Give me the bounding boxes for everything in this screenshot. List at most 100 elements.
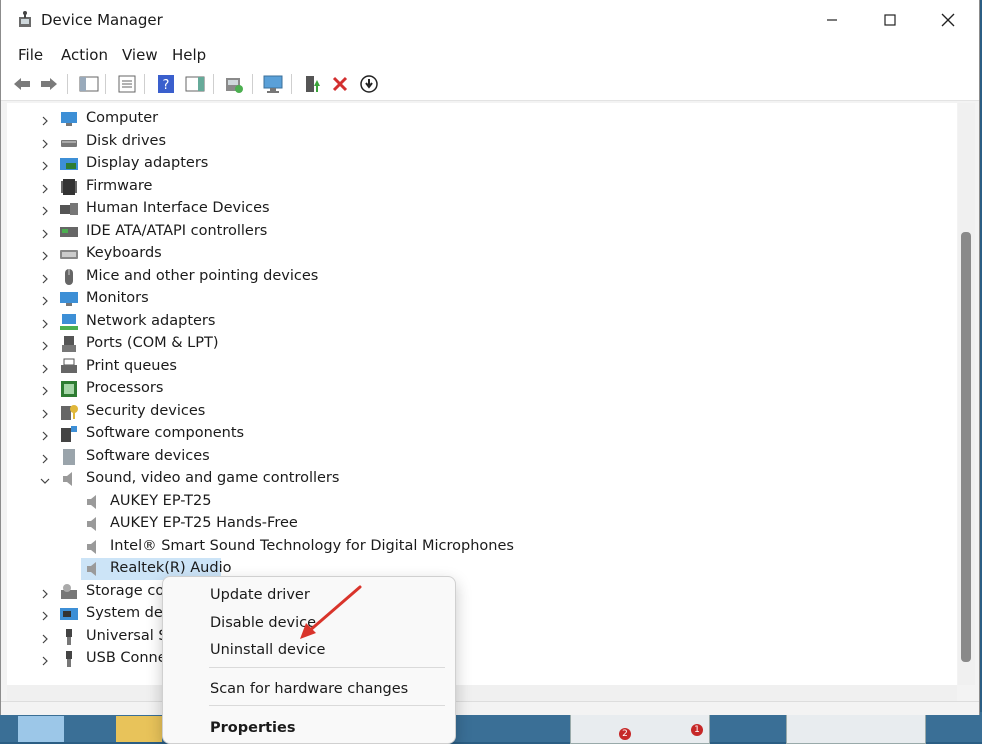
computer-icon bbox=[59, 109, 79, 129]
keyboard-icon bbox=[59, 244, 79, 264]
tree-category[interactable]: Keyboards bbox=[7, 243, 947, 265]
device-tree: Computer Disk drives Display adapters Firmw… bbox=[7, 103, 957, 685]
uninstall-device-button[interactable] bbox=[329, 73, 351, 95]
security-device-icon bbox=[59, 402, 79, 422]
tree-category[interactable]: System devi bbox=[7, 603, 947, 625]
properties-button[interactable] bbox=[116, 73, 138, 95]
chevron-right-icon[interactable] bbox=[40, 407, 50, 418]
chevron-right-icon[interactable] bbox=[40, 654, 50, 666]
scan-hardware-button[interactable] bbox=[262, 73, 284, 95]
desktop-thumbnail bbox=[18, 716, 64, 742]
tree-item-label: Processors bbox=[86, 380, 164, 396]
tree-category[interactable]: Display adapters bbox=[7, 153, 947, 175]
tree-category[interactable]: Mice and other pointing devices bbox=[7, 266, 947, 288]
close-button[interactable] bbox=[919, 0, 977, 40]
tree-category[interactable]: IDE ATA/ATAPI controllers bbox=[7, 221, 947, 243]
disable-device-button[interactable] bbox=[358, 73, 380, 95]
tree-category[interactable]: Sound, video and game controllers bbox=[7, 468, 947, 490]
back-button[interactable] bbox=[11, 73, 33, 95]
chevron-right-icon[interactable] bbox=[40, 587, 50, 598]
tree-item-label: Monitors bbox=[86, 290, 149, 306]
chevron-right-icon[interactable] bbox=[40, 317, 50, 328]
minimize-button[interactable] bbox=[803, 0, 861, 40]
chevron-right-icon[interactable] bbox=[40, 362, 50, 373]
update-driver-button[interactable] bbox=[223, 73, 245, 95]
tree-category[interactable]: Software devices bbox=[7, 446, 947, 468]
tree-item-label: Intel® Smart Sound Technology for Digita… bbox=[110, 537, 514, 554]
tree-category[interactable]: Ports (COM & LPT) bbox=[7, 333, 947, 355]
maximize-button[interactable] bbox=[861, 0, 919, 40]
tree-item-label: Computer bbox=[86, 110, 159, 126]
context-uninstall-device[interactable]: Uninstall device bbox=[210, 642, 325, 658]
tree-category[interactable]: Processors bbox=[7, 378, 947, 400]
tree-item-label: Software devices bbox=[86, 447, 210, 464]
chevron-right-icon[interactable] bbox=[40, 632, 50, 643]
chevron-right-icon[interactable] bbox=[40, 609, 50, 621]
context-properties[interactable]: Properties bbox=[210, 720, 295, 736]
tree-category[interactable]: Monitors bbox=[7, 288, 947, 310]
chevron-right-icon[interactable] bbox=[40, 429, 50, 441]
toolbar-separator bbox=[67, 74, 68, 94]
toolbar-separator bbox=[252, 74, 253, 94]
tree-device[interactable]: Intel® Smart Sound Technology for Digita… bbox=[7, 536, 947, 558]
tree-category[interactable]: Disk drives bbox=[7, 131, 947, 153]
tree-category[interactable]: Human Interface Devices bbox=[7, 198, 947, 220]
tree-category[interactable]: Storage con bbox=[7, 581, 947, 603]
tree-device[interactable]: AUKEY EP-T25 bbox=[7, 491, 947, 513]
tree-category[interactable]: Computer bbox=[7, 108, 947, 130]
chevron-down-icon[interactable] bbox=[40, 474, 50, 484]
annotation-arrow-icon bbox=[300, 585, 362, 639]
port-icon bbox=[59, 334, 79, 354]
tree-category[interactable]: Software components bbox=[7, 423, 947, 445]
show-hide-console-tree-button[interactable] bbox=[78, 73, 100, 95]
forward-button[interactable] bbox=[38, 73, 60, 95]
tree-item-label: Print queues bbox=[86, 357, 177, 374]
chevron-right-icon[interactable] bbox=[40, 114, 50, 126]
tree-category[interactable]: Print queues bbox=[7, 356, 947, 378]
tree-item-label: IDE ATA/ATAPI controllers bbox=[86, 222, 268, 239]
menu-action[interactable]: Action bbox=[61, 46, 108, 64]
tree-item-label: AUKEY EP-T25 Hands-Free bbox=[110, 515, 298, 531]
chevron-right-icon[interactable] bbox=[40, 227, 50, 238]
system-device-icon bbox=[59, 604, 79, 624]
chevron-right-icon[interactable] bbox=[40, 137, 50, 148]
device-manager-app-icon bbox=[19, 11, 31, 27]
show-action-pane-icon bbox=[185, 76, 205, 92]
tree-item-label: Ports (COM & LPT) bbox=[86, 335, 219, 351]
toolbar: ? bbox=[1, 68, 979, 101]
menu-file[interactable]: File bbox=[18, 46, 43, 64]
chevron-right-icon[interactable] bbox=[40, 249, 50, 261]
ide-controller-icon bbox=[59, 222, 79, 242]
tree-item-label: Network adapters bbox=[86, 312, 216, 329]
tree-device[interactable]: AUKEY EP-T25 Hands-Free bbox=[7, 513, 947, 535]
help-button[interactable]: ? bbox=[155, 73, 177, 95]
tree-category[interactable]: USB Connec bbox=[7, 648, 947, 670]
disk-drive-icon bbox=[59, 132, 79, 152]
chevron-right-icon[interactable] bbox=[40, 159, 50, 171]
tree-device[interactable]: Realtek(R) Audio bbox=[7, 558, 947, 580]
horizontal-scrollbar[interactable] bbox=[7, 685, 957, 701]
notification-badge: 1 bbox=[691, 724, 703, 736]
tree-category[interactable]: Security devices bbox=[7, 401, 947, 423]
menu-help[interactable]: Help bbox=[172, 46, 206, 64]
chevron-right-icon[interactable] bbox=[40, 272, 50, 283]
chevron-right-icon[interactable] bbox=[40, 204, 50, 216]
tree-category[interactable]: Firmware bbox=[7, 176, 947, 198]
tree-category[interactable]: Universal Se bbox=[7, 626, 947, 648]
tree-item-label: Keyboards bbox=[86, 245, 162, 261]
enable-device-button[interactable] bbox=[302, 73, 324, 95]
chevron-right-icon[interactable] bbox=[40, 182, 50, 193]
minimize-icon bbox=[827, 19, 837, 21]
chevron-right-icon[interactable] bbox=[40, 452, 50, 463]
show-action-pane-button[interactable] bbox=[184, 73, 206, 95]
context-scan-hardware[interactable]: Scan for hardware changes bbox=[210, 681, 408, 697]
close-icon bbox=[941, 13, 955, 27]
chevron-right-icon[interactable] bbox=[40, 384, 50, 396]
tree-item-label: Disk drives bbox=[86, 132, 167, 149]
usb-connector-icon bbox=[59, 649, 79, 669]
vertical-scrollbar-thumb[interactable] bbox=[961, 232, 971, 662]
menu-view[interactable]: View bbox=[122, 46, 158, 64]
chevron-right-icon[interactable] bbox=[40, 339, 50, 351]
chevron-right-icon[interactable] bbox=[40, 294, 50, 306]
tree-category[interactable]: Network adapters bbox=[7, 311, 947, 333]
